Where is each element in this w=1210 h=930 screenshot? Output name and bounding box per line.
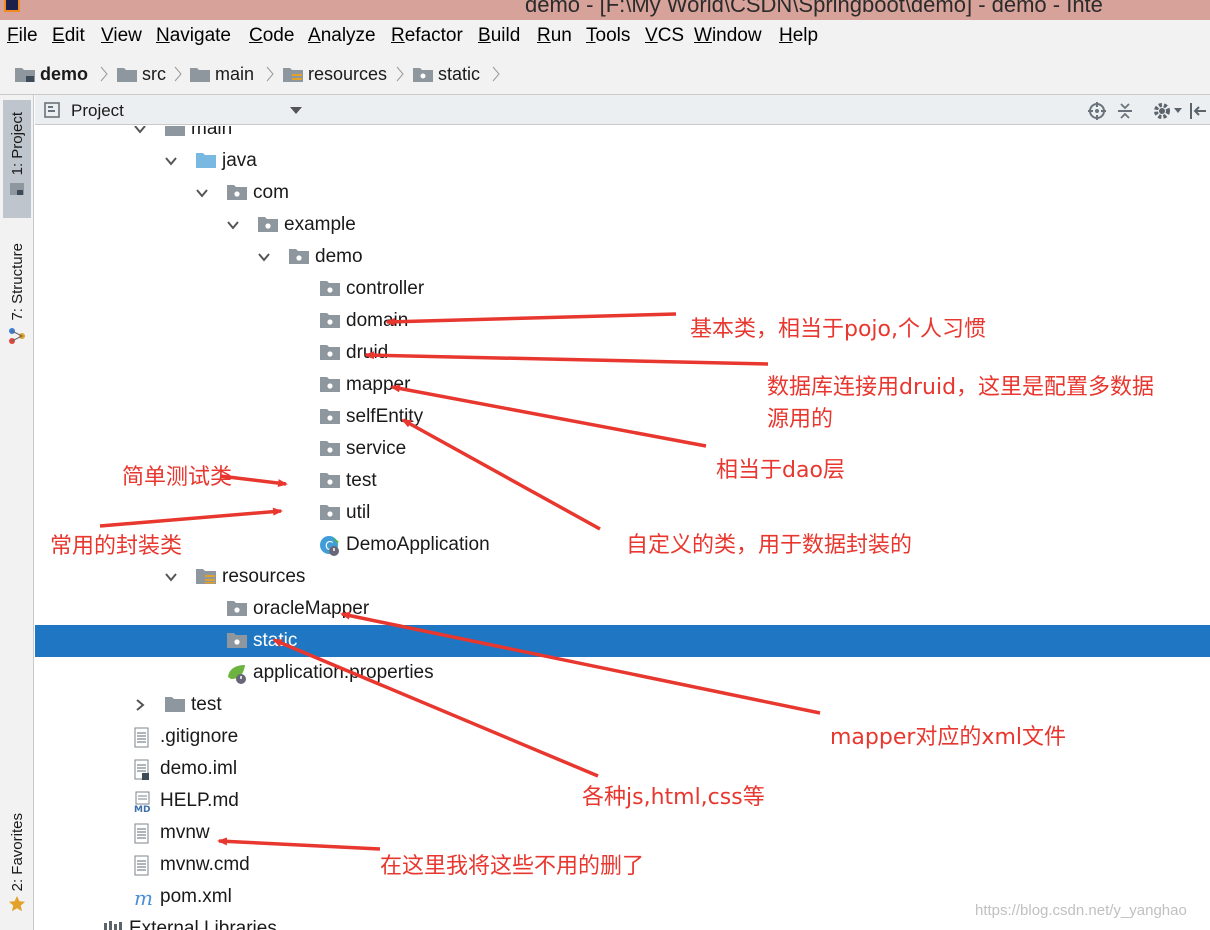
arrow-to-mapper (390, 384, 707, 448)
watermark: https://blog.csdn.net/y_yanghao (975, 902, 1187, 919)
annotation-arrows (99, 312, 821, 851)
arrow-to-domain (385, 312, 677, 326)
arrow-to-druid (364, 351, 769, 366)
arrow-to-util (99, 507, 283, 528)
arrow-to-static (272, 638, 599, 778)
arrow-to-removed-files (217, 837, 381, 851)
arrow-to-selfentity (401, 418, 601, 531)
arrow-to-test (219, 474, 288, 488)
